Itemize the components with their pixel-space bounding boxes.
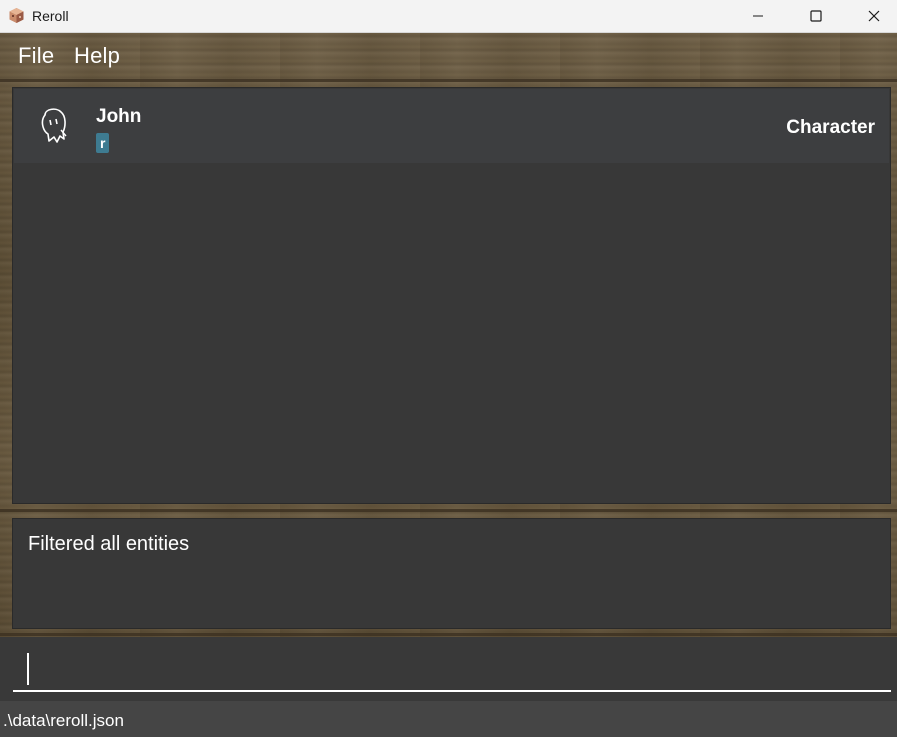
command-input[interactable] [13,643,891,692]
close-icon [868,10,880,22]
result-display[interactable]: Filtered all entities [12,518,891,629]
list-item[interactable]: John r Character [14,89,889,163]
app-window: Reroll File Help John r Character Filter… [0,0,897,737]
close-button[interactable] [845,0,897,32]
text-caret [27,653,29,685]
entity-list-panel[interactable]: John r Character [12,87,891,504]
divider [0,633,897,636]
title-bar: Reroll [0,0,897,33]
minimize-icon [752,10,764,22]
command-box [0,637,897,701]
save-file-path: .\data\reroll.json [3,711,124,730]
entity-name: John [96,106,142,127]
divider [0,79,897,82]
status-bar: .\data\reroll.json [0,701,897,737]
tag-badge: r [96,133,110,153]
menu-file[interactable]: File [18,43,54,69]
maximize-button[interactable] [787,0,845,32]
maximize-icon [810,10,822,22]
menu-help[interactable]: Help [74,43,120,69]
ghost-icon [36,106,72,148]
result-message: Filtered all entities [28,533,190,555]
entity-type-label: Character [786,117,875,138]
menu-bar: File Help [0,33,897,79]
minimize-button[interactable] [729,0,787,32]
cube-icon [8,7,25,24]
divider [0,509,897,512]
window-title: Reroll [32,8,69,24]
